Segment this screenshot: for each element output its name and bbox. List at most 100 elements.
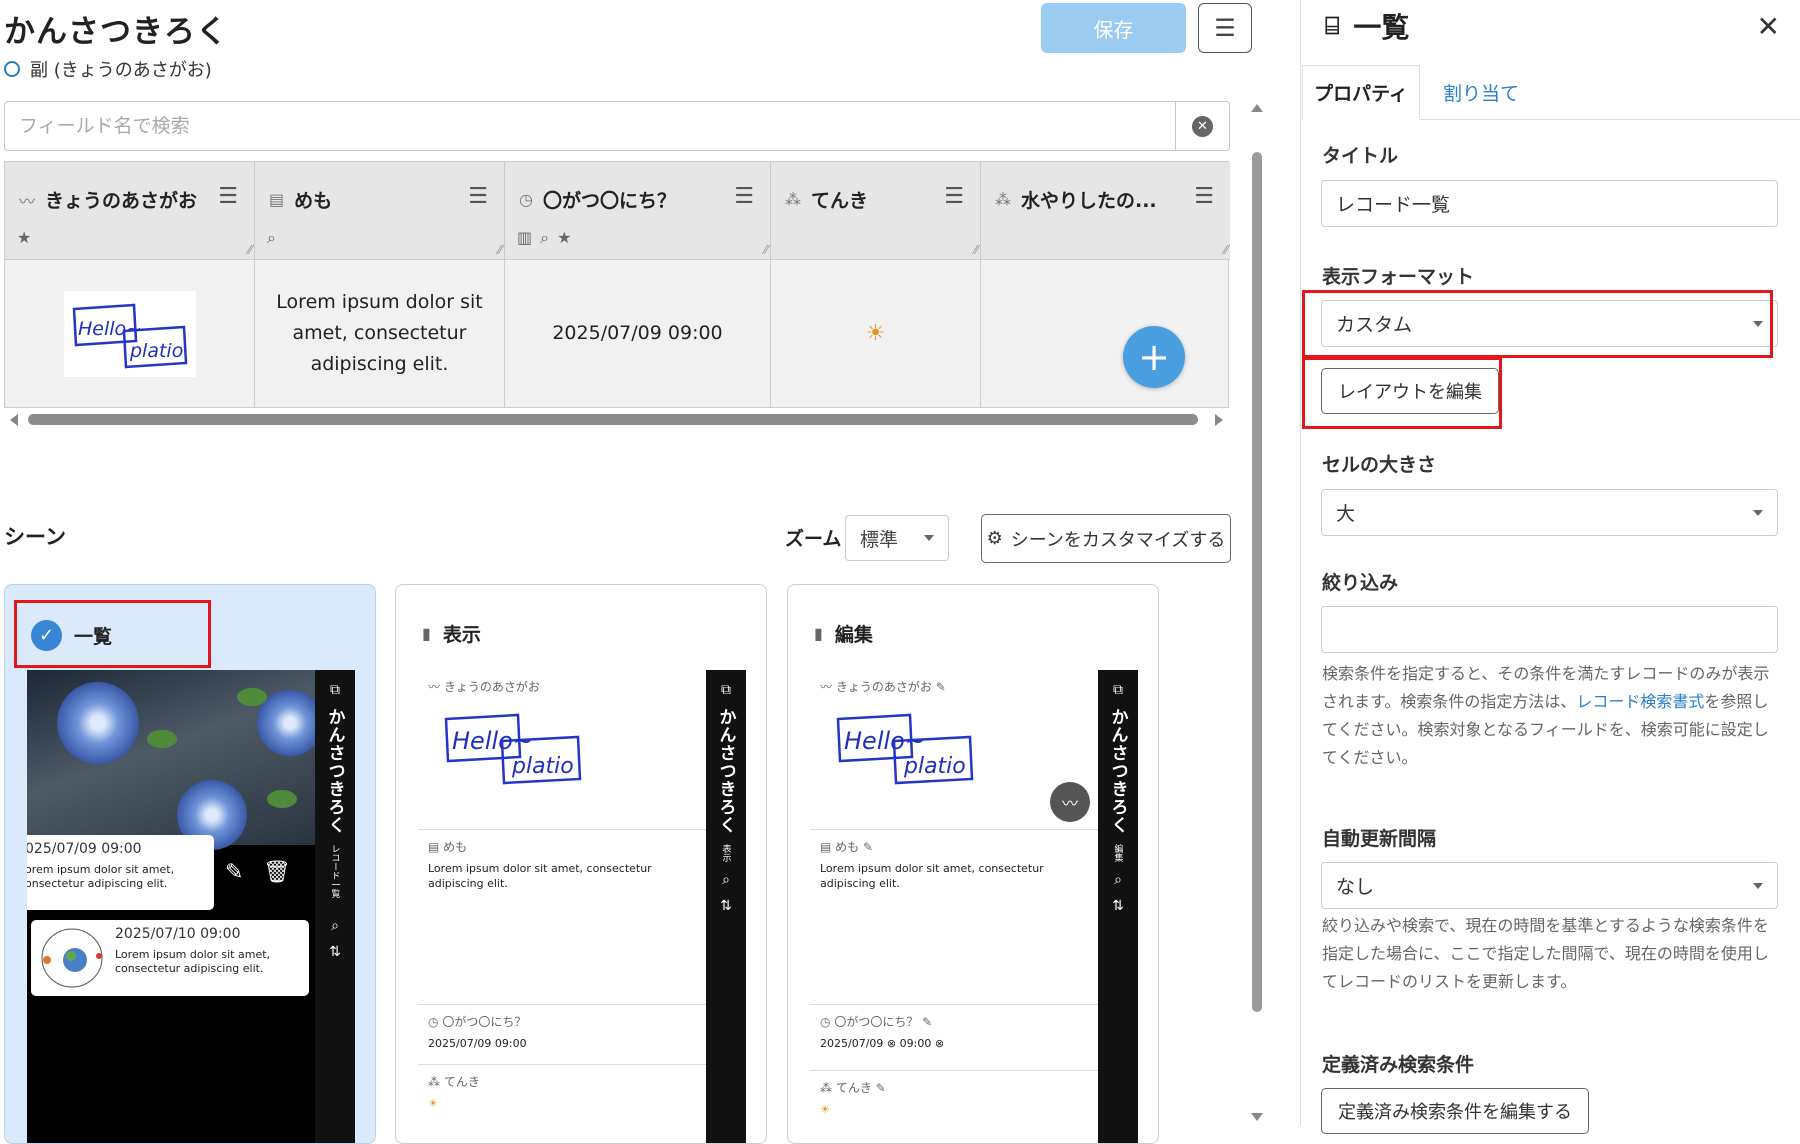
preview-memo: Lorem ipsum dolor sit amet, consectetur … bbox=[428, 862, 652, 890]
hello-platio-image: Hello~ platio bbox=[836, 713, 974, 785]
refresh-help: 絞り込みや検索で、現在の時間を基準とするような検索条件を指定した場合に、ここで指… bbox=[1322, 916, 1769, 991]
hello-platio-image: Hello~ platio bbox=[63, 290, 196, 377]
clear-icon: ⊗ bbox=[886, 1037, 897, 1050]
memo-cell[interactable]: Lorem ipsum dolor sit amet, consectetur … bbox=[255, 260, 504, 407]
tab-properties[interactable]: プロパティ bbox=[1302, 65, 1420, 120]
preview-memo: Lorem ipsum dolor sit amet, consectetur … bbox=[820, 862, 1044, 890]
chevron-down-icon bbox=[924, 535, 934, 541]
highlight-box bbox=[14, 600, 211, 668]
preview-edit-time: 09:00 bbox=[899, 1037, 932, 1050]
watering-cell[interactable] bbox=[981, 260, 1230, 407]
grid-column-1[interactable]: ▤ めも ☰ ⌕ ⁄⁄ Lorem ipsum dolor sit amet, c… bbox=[255, 162, 505, 407]
filter-input[interactable] bbox=[1321, 606, 1778, 653]
title-input[interactable]: レコード一覧 bbox=[1321, 180, 1778, 227]
refresh-label: 自動更新間隔 bbox=[1322, 828, 1437, 850]
search-icon: ⌕ bbox=[722, 872, 730, 888]
morning-glory-image bbox=[27, 670, 323, 850]
preview-field-label: てんき bbox=[835, 1081, 872, 1095]
column-title: てんき bbox=[811, 190, 869, 212]
edit-predefined-search-button[interactable]: 定義済み検索条件を編集する bbox=[1321, 1088, 1589, 1134]
highlight-box bbox=[1302, 357, 1502, 429]
column-menu-icon[interactable]: ☰ bbox=[218, 184, 238, 209]
copy-icon: ⧉ bbox=[330, 682, 340, 698]
scene-card-edit[interactable]: ▮ 編集 〰 きょうのあさがお ✎ Hello~ platio 〰 ▤ めも ✎ … bbox=[787, 584, 1159, 1144]
draw-icon: 〰 bbox=[1050, 782, 1090, 822]
handwriting-cell[interactable]: Hello~ platio bbox=[5, 260, 254, 407]
preview-app-title: かんさつきろく bbox=[324, 708, 345, 834]
zoom-label: ズーム bbox=[785, 528, 842, 550]
close-icon[interactable]: ✕ bbox=[1757, 10, 1780, 43]
cell-size-label: セルの大きさ bbox=[1322, 454, 1437, 476]
cell-size-select[interactable]: 大 bbox=[1321, 489, 1778, 536]
weather-cell[interactable]: ☀ bbox=[771, 260, 980, 407]
preview-app-title: かんさつきろく bbox=[715, 708, 736, 834]
scene-card-list[interactable]: ✓ 一覧 025/07/09 09:00 orem ipsum dolor sit… bbox=[4, 584, 376, 1144]
column-menu-icon[interactable]: ☰ bbox=[944, 184, 964, 209]
refresh-select[interactable]: なし bbox=[1321, 862, 1778, 909]
save-button[interactable]: 保存 bbox=[1041, 3, 1186, 53]
sort-icon: ⇅ bbox=[1112, 898, 1124, 914]
preview-field-label: めも bbox=[443, 840, 468, 854]
customize-label: シーンをカスタマイズする bbox=[1010, 529, 1226, 551]
preview-field-label: てんき bbox=[443, 1075, 480, 1089]
datetime-icon: ◷ bbox=[820, 1015, 831, 1029]
field-search-input[interactable] bbox=[5, 102, 1175, 150]
resize-handle[interactable]: ⁄⁄ bbox=[498, 243, 502, 257]
tab-assignments[interactable]: 割り当て bbox=[1426, 65, 1536, 120]
add-field-button[interactable]: + bbox=[1123, 326, 1185, 388]
column-title: きょうのあさがお bbox=[45, 190, 198, 212]
resize-handle[interactable]: ⁄⁄ bbox=[764, 243, 768, 257]
grid-column-2[interactable]: ◷ 〇がつ〇にち？ ☰ ▥ ⌕ ★ ⁄⁄ 2025/07/09 09:00 bbox=[505, 162, 771, 407]
edit-icon: ✎ bbox=[922, 1015, 933, 1029]
resize-handle[interactable]: ⁄⁄ bbox=[1224, 243, 1228, 257]
preview-field-label: 〇がつ〇にち？ bbox=[442, 1015, 527, 1029]
scene-section-title: シーン bbox=[4, 525, 66, 549]
grid-column-0[interactable]: 〰きょうのあさがお ☰ ★ ⁄⁄ Hello~ platio bbox=[5, 162, 255, 407]
search-syntax-link[interactable]: レコード検索書式 bbox=[1576, 692, 1704, 711]
customize-scene-button[interactable]: ⚙ シーンをカスタマイズする bbox=[981, 514, 1231, 563]
subtitle-text: 副 (きょうのあさがお) bbox=[30, 60, 212, 81]
column-menu-icon[interactable]: ☰ bbox=[468, 184, 488, 209]
edit-icon: ✎ bbox=[935, 680, 946, 694]
menu-button[interactable]: ☰ bbox=[1198, 3, 1252, 53]
svg-text:Hello~: Hello~ bbox=[844, 727, 925, 755]
svg-text:platio: platio bbox=[903, 754, 966, 779]
phone-icon: ▮ bbox=[814, 624, 823, 643]
horizontal-scrollbar[interactable] bbox=[4, 410, 1229, 430]
handwriting-icon: 〰 bbox=[820, 680, 833, 694]
circle-icon bbox=[4, 61, 20, 77]
filter-help: 検索条件を指定すると、その条件を満たすレコードのみが表示されます。検索条件の指定… bbox=[1322, 660, 1782, 772]
preview-field-label: きょうのあさがお bbox=[835, 680, 932, 694]
plus-icon: + bbox=[1138, 335, 1170, 379]
resize-handle[interactable]: ⁄⁄ bbox=[248, 243, 252, 257]
resize-handle[interactable]: ⁄⁄ bbox=[974, 243, 978, 257]
scene-card-view[interactable]: ▮ 表示 〰 きょうのあさがお Hello~ platio ▤ めも Lorem … bbox=[395, 584, 767, 1144]
panel-title: 一覧 bbox=[1353, 11, 1410, 44]
record-subtitle: 副 (きょうのあさがお) bbox=[4, 56, 212, 82]
predefined-search-label: 定義済み検索条件 bbox=[1322, 1054, 1475, 1076]
grid-column-4[interactable]: ⁂ 水やりしたの... ☰ ⁄⁄ bbox=[981, 162, 1230, 407]
phone-icon: ▮ bbox=[422, 624, 431, 643]
preview-field-label: きょうのあさがお bbox=[443, 680, 540, 694]
memo-icon: ▤ bbox=[428, 840, 440, 854]
date-cell[interactable]: 2025/07/09 09:00 bbox=[505, 260, 770, 407]
cell-size-value: 大 bbox=[1336, 503, 1356, 525]
preview-app-title: かんさつきろく bbox=[1107, 708, 1128, 834]
datetime-icon: ◷ bbox=[428, 1015, 439, 1029]
zoom-select[interactable]: 標準 bbox=[845, 515, 949, 561]
edit-icon: ✎ bbox=[863, 840, 874, 854]
grid-column-3[interactable]: ⁂ てんき ☰ ⁄⁄ ☀ bbox=[771, 162, 981, 407]
column-menu-icon[interactable]: ☰ bbox=[1194, 184, 1214, 209]
clear-search-button[interactable]: ✕ bbox=[1175, 102, 1229, 150]
vertical-scrollbar[interactable] bbox=[1248, 100, 1266, 1125]
search-icon: ⌕ bbox=[540, 228, 550, 247]
field-search: ✕ bbox=[4, 101, 1230, 151]
svg-text:platio: platio bbox=[511, 754, 574, 779]
column-title: 水やりしたの... bbox=[1021, 190, 1157, 212]
column-menu-icon[interactable]: ☰ bbox=[734, 184, 754, 209]
preview-field-label: 〇がつ〇にち？ bbox=[834, 1015, 919, 1029]
app-title: かんさつきろく bbox=[4, 14, 228, 50]
column-title: めも bbox=[294, 190, 333, 212]
preview-field-label: めも bbox=[835, 840, 860, 854]
copy-icon: ⧉ bbox=[1113, 682, 1123, 698]
